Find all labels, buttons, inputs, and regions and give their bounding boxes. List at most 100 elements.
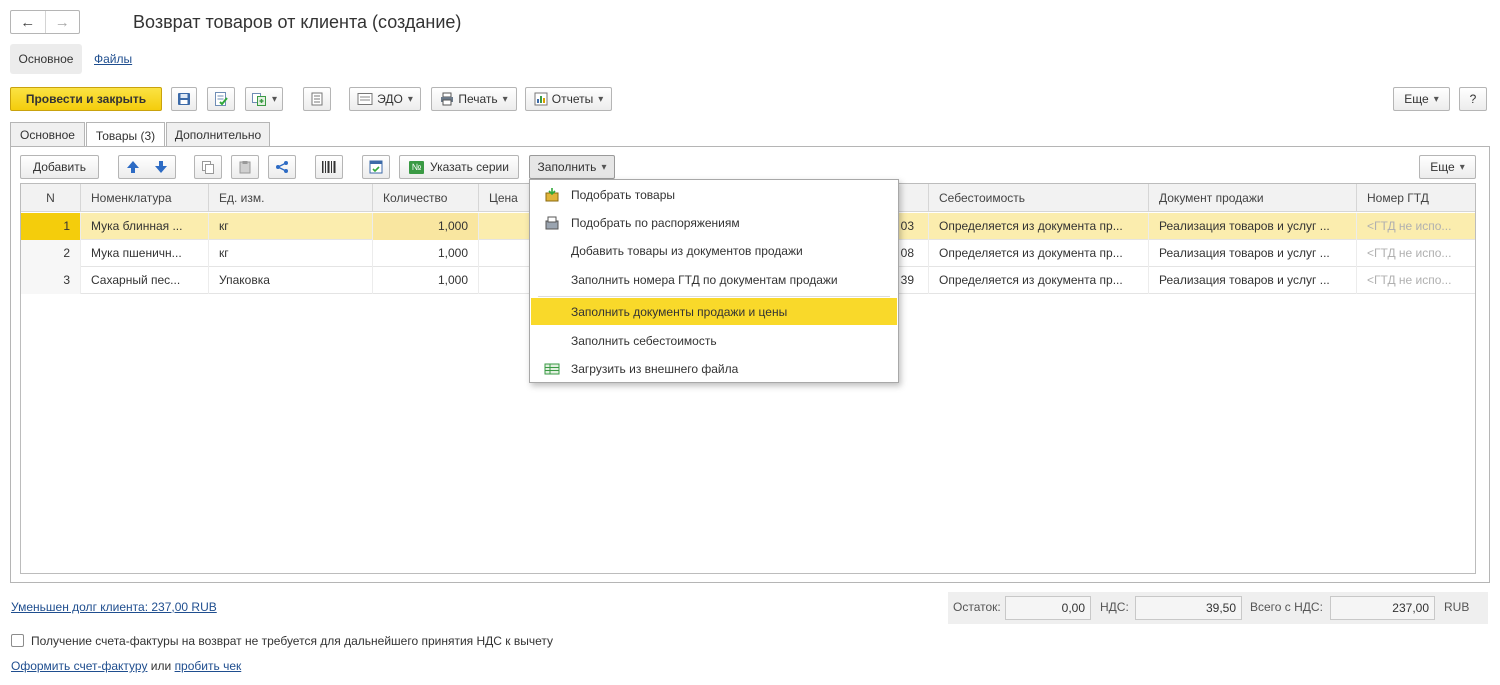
column-header-gtd[interactable]: Номер ГТД (1357, 184, 1475, 212)
tab-goods[interactable]: Товары (3) (86, 122, 165, 148)
menu-item-fill-gtd[interactable]: Заполнить номера ГТД по документам прода… (531, 266, 897, 293)
create-based-on-icon (251, 93, 266, 106)
currency-label: RUB (1444, 600, 1470, 614)
row-unit[interactable]: кг (209, 213, 373, 240)
menu-separator (538, 296, 890, 297)
row-item[interactable]: Сахарный пес... (81, 267, 209, 294)
row-qty[interactable]: 1,000 (373, 240, 479, 267)
remainder-label: Остаток: (953, 600, 1001, 614)
row-cost[interactable]: Определяется из документа пр... (929, 213, 1149, 240)
print-receipt-link[interactable]: пробить чек (175, 659, 242, 673)
row-unit[interactable]: Упаковка (209, 267, 373, 294)
row-gtd[interactable]: <ГТД не испо... (1357, 213, 1475, 240)
reports-icon (534, 92, 548, 106)
nav-files-link[interactable]: Файлы (94, 52, 132, 66)
total-with-vat-field: 237,00 (1330, 596, 1435, 620)
row-cost[interactable]: Определяется из документа пр... (929, 267, 1149, 294)
post-and-close-button[interactable]: Провести и закрыть (10, 87, 162, 111)
row-sales-doc[interactable]: Реализация товаров и услуг ... (1149, 213, 1357, 240)
tab-main[interactable]: Основное (10, 122, 85, 147)
issue-invoice-link[interactable]: Оформить счет-фактуру (11, 659, 147, 673)
reports-label: Отчеты (551, 92, 594, 106)
post-document-icon (215, 92, 228, 106)
structure-button[interactable] (303, 87, 331, 111)
row-gtd[interactable]: <ГТД не испо... (1357, 240, 1475, 267)
paste-button[interactable] (231, 155, 259, 179)
column-header-cost[interactable]: Себестоимость (929, 184, 1149, 212)
row-item[interactable]: Мука пшеничн... (81, 240, 209, 267)
row-number: 2 (21, 240, 81, 267)
specify-series-button[interactable]: № Указать серии (399, 155, 519, 179)
menu-item-fill-sales-docs-and-prices[interactable]: Заполнить документы продажи и цены (531, 298, 897, 325)
column-header-n[interactable]: N (21, 184, 81, 212)
nav-main-label: Основное (18, 52, 74, 66)
invoice-actions: Оформить счет-фактуру или пробить чек (11, 659, 241, 673)
share-button[interactable] (268, 155, 296, 179)
move-up-icon[interactable] (126, 160, 140, 174)
menu-item-label: Заполнить документы продажи и цены (571, 304, 788, 319)
invoice-not-required-checkbox[interactable] (11, 634, 24, 647)
row-sales-doc[interactable]: Реализация товаров и услуг ... (1149, 240, 1357, 267)
column-header-item[interactable]: Номенклатура (81, 184, 209, 212)
row-sales-doc[interactable]: Реализация товаров и услуг ... (1149, 267, 1357, 294)
menu-item-load-external-file[interactable]: Загрузить из внешнего файла (531, 355, 897, 382)
specify-series-label: Указать серии (430, 160, 509, 174)
row-cost[interactable]: Определяется из документа пр... (929, 240, 1149, 267)
load-file-icon (544, 363, 560, 375)
row-qty[interactable]: 1,000 (373, 213, 479, 240)
floppy-disk-icon (178, 93, 190, 105)
row-item[interactable]: Мука блинная ... (81, 213, 209, 240)
print-label: Печать (458, 92, 498, 106)
vat-label: НДС: (1100, 600, 1129, 614)
menu-item-label: Подобрать по распоряжениям (571, 215, 740, 230)
history-nav: ← → (10, 10, 80, 34)
column-header-qty[interactable]: Количество (373, 184, 479, 212)
totals-panel: Остаток: 0,00 НДС: 39,50 Всего с НДС: 23… (948, 592, 1488, 624)
row-gtd[interactable]: <ГТД не испо... (1357, 267, 1475, 294)
page-title: Возврат товаров от клиента (создание) (133, 12, 462, 32)
help-button[interactable]: ? (1459, 87, 1487, 111)
nav-main[interactable]: Основное (10, 44, 82, 74)
print-button[interactable]: Печать (431, 87, 517, 111)
remainder-field: 0,00 (1005, 596, 1091, 620)
post-button[interactable] (207, 87, 235, 111)
menu-item-pick-goods[interactable]: Подобрать товары (531, 181, 897, 208)
vat-field: 39,50 (1135, 596, 1242, 620)
move-down-icon[interactable] (154, 160, 168, 174)
arrow-left-icon: ← (20, 13, 36, 31)
branch-icon (276, 161, 288, 173)
move-row-buttons (118, 155, 176, 179)
menu-item-pick-by-orders[interactable]: Подобрать по распоряжениям (531, 209, 897, 236)
paste-icon (239, 161, 251, 174)
reports-button[interactable]: Отчеты (525, 87, 612, 111)
menu-item-add-from-sales-docs[interactable]: Добавить товары из документов продажи (531, 237, 897, 264)
row-unit[interactable]: кг (209, 240, 373, 267)
barcode-button[interactable] (315, 155, 343, 179)
create-based-on-button[interactable] (245, 87, 283, 111)
document-check-icon (369, 160, 383, 174)
add-row-button[interactable]: Добавить (20, 155, 99, 179)
pick-goods-icon (545, 188, 559, 202)
edo-button[interactable]: ЭДО (349, 87, 421, 111)
more-actions-button[interactable]: Еще (1393, 87, 1450, 111)
column-header-sales-doc[interactable]: Документ продажи (1149, 184, 1357, 212)
row-number: 1 (21, 213, 81, 240)
barcode-icon (322, 161, 336, 173)
more-actions-label: Еще (1404, 92, 1429, 106)
invoice-not-required-label[interactable]: Получение счета-фактуры на возврат не тр… (31, 634, 553, 648)
forward-button[interactable]: → (44, 11, 80, 33)
fill-menu-button[interactable]: Заполнить (529, 155, 615, 179)
table-more-button[interactable]: Еще (1419, 155, 1476, 179)
copy-row-button[interactable] (194, 155, 222, 179)
fill-menu-label: Заполнить (537, 160, 597, 174)
or-text: или (150, 659, 172, 673)
back-button[interactable]: ← (11, 11, 45, 33)
row-qty[interactable]: 1,000 (373, 267, 479, 294)
save-button[interactable] (171, 87, 197, 111)
tab-additional[interactable]: Дополнительно (166, 122, 270, 147)
menu-item-fill-cost[interactable]: Заполнить себестоимость (531, 327, 897, 354)
debt-reduced-link[interactable]: Уменьшен долг клиента: 237,00 RUB (11, 600, 217, 614)
column-header-unit[interactable]: Ед. изм. (209, 184, 373, 212)
calc-button[interactable] (362, 155, 390, 179)
edo-icon (357, 93, 373, 105)
